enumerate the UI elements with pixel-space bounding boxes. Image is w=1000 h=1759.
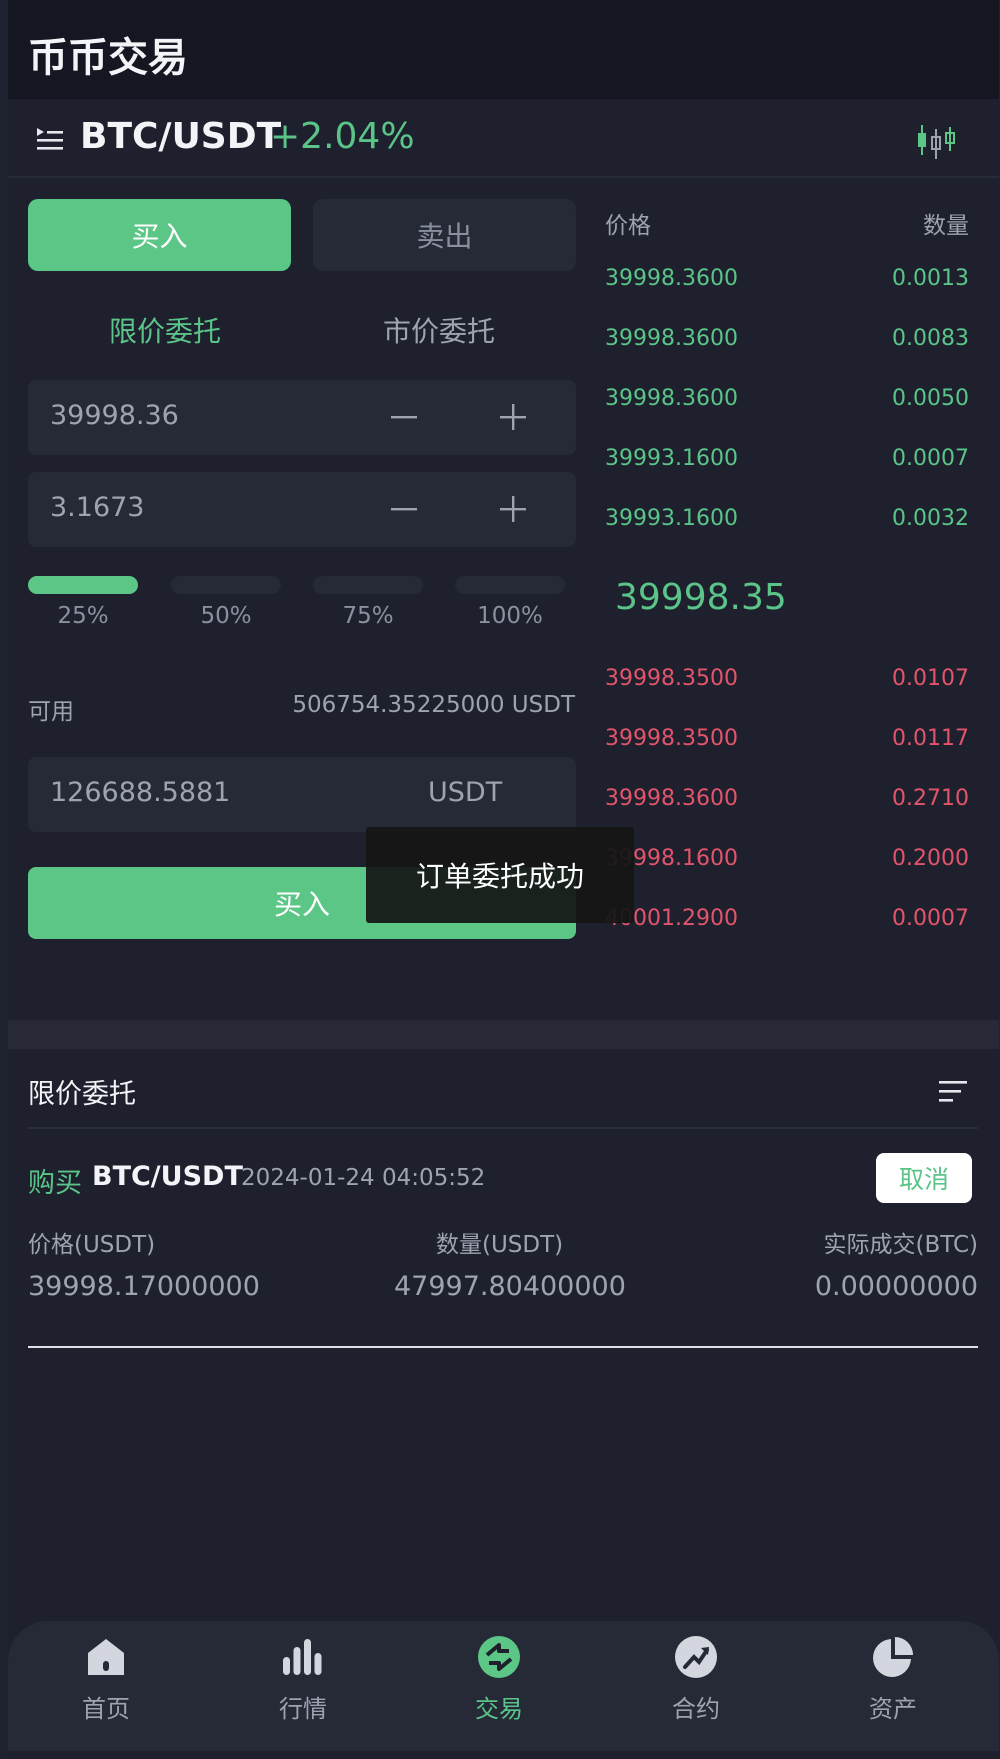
tab-assets[interactable]: 资产 [833, 1635, 953, 1745]
tab-label: 合约 [672, 1695, 720, 1723]
ask-price: 39993.1600 [605, 506, 738, 531]
ask-price: 39993.1600 [605, 446, 738, 471]
tab-contract[interactable]: 合约 [636, 1635, 756, 1745]
tab-home[interactable]: 首页 [46, 1635, 166, 1745]
candlestick-chart-icon[interactable] [913, 121, 959, 161]
order-price-header: 价格(USDT) [28, 1232, 156, 1258]
orderbook-ask-row[interactable]: 39998.3600 0.0013 [605, 266, 969, 306]
order-price: 39998.17000000 [28, 1271, 260, 1302]
order-filled: 0.00000000 [814, 1271, 978, 1302]
percent-25-bar[interactable] [28, 576, 138, 594]
orderbook-qty-header: 数量 [923, 213, 969, 239]
percent-label: 100% [477, 603, 543, 629]
filter-list-icon[interactable] [939, 1079, 967, 1103]
order-success-toast: 订单委托成功 [366, 827, 634, 923]
trade-icon [478, 1636, 520, 1678]
open-orders-title: 限价委托 [28, 1079, 136, 1110]
ask-price: 39998.3600 [605, 266, 738, 291]
total-input[interactable]: 126688.5881 USDT [28, 757, 576, 832]
pair-list-menu-icon[interactable] [34, 125, 64, 155]
percent-label: 50% [200, 603, 252, 629]
tab-label: 资产 [869, 1695, 917, 1723]
ask-qty: 0.0050 [892, 386, 969, 411]
bottom-tab-bar: 首页 行情 交易 合约 资产 [8, 1621, 999, 1751]
bid-price: 39998.3500 [605, 726, 738, 751]
market-bars-icon [283, 1639, 322, 1675]
percent-100-bar[interactable] [455, 576, 565, 594]
orderbook-bid-row[interactable]: 39998.3500 0.0107 [605, 666, 969, 706]
order-time: 2024-01-24 04:05:52 [241, 1165, 486, 1191]
orderbook-ask-row[interactable]: 39993.1600 0.0007 [605, 446, 969, 486]
orderbook-bid-row[interactable]: 39998.1600 0.2000 [605, 846, 969, 886]
buy-tab[interactable]: 买入 [28, 199, 291, 271]
tab-trade[interactable]: 交易 [439, 1635, 559, 1745]
ask-qty: 0.0083 [892, 326, 969, 351]
tab-label: 行情 [279, 1695, 327, 1723]
ask-price: 39998.3600 [605, 326, 738, 351]
orderbook-bid-row[interactable]: 40001.2900 0.0007 [605, 906, 969, 946]
amount-plus-icon[interactable] [498, 494, 528, 524]
cancel-order-button[interactable]: 取消 [876, 1153, 972, 1203]
percent-label: 75% [342, 603, 394, 629]
orderbook-price-header: 价格 [605, 213, 651, 239]
section-divider [8, 1020, 999, 1049]
bid-qty: 0.0117 [892, 726, 969, 751]
price-plus-icon[interactable] [498, 402, 528, 432]
percent-75-bar[interactable] [313, 576, 423, 594]
tab-label: 首页 [82, 1695, 130, 1723]
price-input[interactable]: 39998.36 [28, 380, 576, 455]
pair-change: +2.04% [270, 116, 415, 157]
market-order-tab[interactable]: 市价委托 [383, 310, 495, 350]
ask-qty: 0.0013 [892, 266, 969, 291]
bid-qty: 0.0107 [892, 666, 969, 691]
order-qty-header: 数量(USDT) [436, 1232, 564, 1258]
orderbook-ask-row[interactable]: 39993.1600 0.0032 [605, 506, 969, 546]
pair-bar: BTC/USDT +2.04% [8, 99, 999, 178]
price-input-value[interactable]: 39998.36 [50, 400, 179, 431]
home-icon [88, 1639, 124, 1675]
section-rule [28, 1127, 978, 1129]
tab-market[interactable]: 行情 [243, 1635, 363, 1745]
ask-qty: 0.0032 [892, 506, 969, 531]
orderbook-bid-row[interactable]: 39998.3600 0.2710 [605, 786, 969, 826]
page-title: 币币交易 [28, 35, 188, 81]
amount-input-value[interactable]: 3.1673 [50, 492, 144, 523]
list-end-rule [28, 1346, 978, 1348]
app-frame: 币币交易 BTC/USDT +2.04% 买入 卖出 限价委托 市价委托 399… [8, 0, 999, 1759]
order-filled-header: 实际成交(BTC) [823, 1232, 979, 1258]
contract-trend-icon [675, 1636, 717, 1678]
available-label: 可用 [28, 699, 74, 725]
open-orders-section: 限价委托 购买 BTC/USDT 2024-01-24 04:05:52 取消 … [8, 1049, 999, 1609]
bid-qty: 0.2710 [892, 786, 969, 811]
bid-price: 39998.3500 [605, 666, 738, 691]
top-bar: 币币交易 [8, 0, 999, 99]
available-value: 506754.35225000 USDT [292, 692, 575, 718]
percent-50-bar[interactable] [171, 576, 281, 594]
sell-tab[interactable]: 卖出 [313, 199, 576, 271]
order-qty: 47997.80400000 [394, 1271, 626, 1302]
amount-input[interactable]: 3.1673 [28, 472, 576, 547]
last-price: 39998.35 [615, 577, 787, 618]
order-pair: BTC/USDT [92, 1161, 243, 1192]
ask-qty: 0.0007 [892, 446, 969, 471]
bid-qty: 0.2000 [892, 846, 969, 871]
pair-name[interactable]: BTC/USDT [80, 116, 281, 157]
ask-price: 39998.3600 [605, 386, 738, 411]
total-input-value[interactable]: 126688.5881 [50, 777, 230, 808]
order-side: 购买 [28, 1168, 82, 1199]
price-minus-icon[interactable] [389, 402, 419, 432]
assets-pie-icon [873, 1637, 913, 1677]
orderbook-ask-row[interactable]: 39998.3600 0.0083 [605, 326, 969, 366]
tab-label: 交易 [475, 1695, 523, 1723]
orderbook-ask-row[interactable]: 39998.3600 0.0050 [605, 386, 969, 426]
percent-label: 25% [57, 603, 109, 629]
limit-order-tab[interactable]: 限价委托 [109, 310, 221, 350]
bid-price: 39998.3600 [605, 786, 738, 811]
bid-qty: 0.0007 [892, 906, 969, 931]
orderbook-bid-row[interactable]: 39998.3500 0.0117 [605, 726, 969, 766]
amount-minus-icon[interactable] [389, 494, 419, 524]
total-unit: USDT [428, 777, 503, 808]
